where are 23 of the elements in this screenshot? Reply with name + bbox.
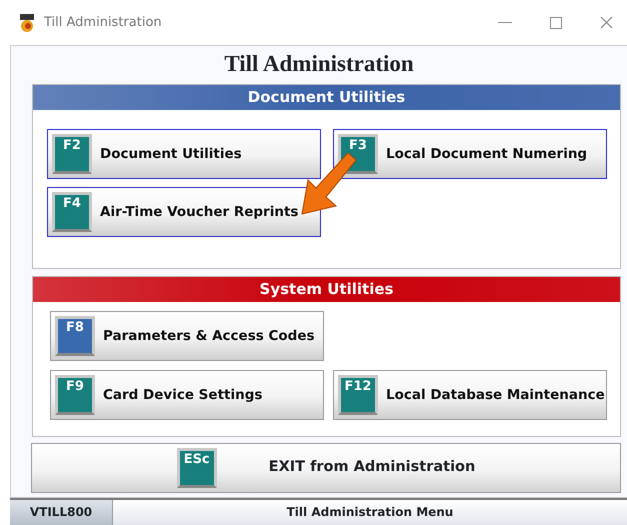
menu-button[interactable]: F2 Document Utilities <box>47 129 321 179</box>
function-key: ESc <box>176 448 217 488</box>
close-icon[interactable] <box>600 16 613 29</box>
function-key: F8 <box>55 316 95 356</box>
window-title: Till Administration <box>44 14 162 32</box>
section-header: System Utilities <box>33 277 620 302</box>
menu-button[interactable]: F12 Local Database Maintenance <box>333 370 607 420</box>
status-code: VTILL800 <box>10 500 112 525</box>
function-key: F2 <box>52 134 92 174</box>
menu-button[interactable]: F4 Air-Time Voucher Reprints <box>47 187 321 237</box>
function-key: F9 <box>55 375 95 415</box>
function-key: F12 <box>338 375 378 415</box>
status-title: Till Administration Menu <box>112 500 627 525</box>
minimize-icon[interactable] <box>498 22 512 24</box>
menu-button[interactable]: F8 Parameters & Access Codes <box>50 311 324 361</box>
maximize-icon[interactable] <box>550 16 562 28</box>
exit-button[interactable]: ESc EXIT from Administration <box>31 443 621 493</box>
main-heading: Till Administration <box>224 51 414 76</box>
section-header: Document Utilities <box>33 85 620 110</box>
function-key: F4 <box>52 192 92 232</box>
menu-button[interactable]: F3 Local Document Numering <box>333 129 607 179</box>
menu-button[interactable]: F9 Card Device Settings <box>50 370 324 420</box>
app-logo-icon <box>18 12 36 32</box>
